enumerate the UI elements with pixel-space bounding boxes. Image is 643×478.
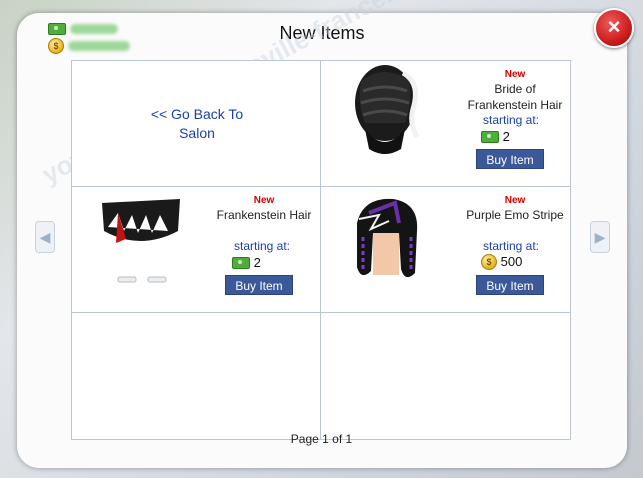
item-price: $ 500 bbox=[481, 253, 522, 270]
item-card-frankenstein-hair: New Frankenstein Hair starting at: 2 Buy… bbox=[72, 187, 321, 313]
cash-bill-icon bbox=[48, 22, 66, 35]
grid-cell-empty bbox=[321, 313, 570, 439]
arrow-left-icon: ◀ bbox=[39, 229, 51, 245]
new-badge: New bbox=[504, 69, 526, 80]
coin-icon: $ bbox=[481, 253, 497, 270]
item-price: 2 bbox=[232, 254, 261, 270]
cash-balance bbox=[48, 21, 118, 35]
next-page-arrow[interactable]: ▶ bbox=[590, 221, 610, 253]
item-card-purple-emo-stripe: New Purple Emo Stripe starting at: $ 500… bbox=[321, 187, 570, 313]
starting-at-label: starting at: bbox=[482, 113, 540, 127]
buy-item-button[interactable]: Buy Item bbox=[476, 149, 544, 169]
grid-cell-back: << Go Back To Salon bbox=[72, 61, 321, 187]
go-back-to-salon-link[interactable]: << Go Back To Salon bbox=[132, 105, 262, 143]
new-badge: New bbox=[504, 195, 526, 206]
cash-amount-blurred bbox=[70, 23, 118, 34]
new-badge: New bbox=[253, 195, 275, 206]
price-value: 500 bbox=[500, 254, 523, 270]
coin-amount-blurred bbox=[68, 41, 130, 51]
item-card-bride-of-frankenstein-hair: New Bride of Frankenstein Hair starting … bbox=[321, 61, 570, 187]
buy-item-button[interactable]: Buy Item bbox=[476, 275, 544, 295]
buy-item-button[interactable]: Buy Item bbox=[225, 275, 293, 295]
item-price: 2 bbox=[481, 128, 510, 144]
close-button[interactable]: × bbox=[594, 8, 634, 48]
price-value: 2 bbox=[253, 255, 261, 271]
grid-cell-empty bbox=[72, 313, 321, 439]
items-grid: << Go Back To Salon New Bride of Franken… bbox=[71, 60, 571, 440]
item-name: Purple Emo Stripe bbox=[466, 208, 564, 222]
item-name: Bride of Frankenstein Hair bbox=[467, 82, 563, 112]
cash-bill-icon bbox=[481, 130, 499, 143]
price-value: 2 bbox=[502, 129, 510, 145]
previous-page-arrow[interactable]: ◀ bbox=[35, 221, 55, 253]
starting-at-label: starting at: bbox=[482, 239, 540, 253]
item-name: Frankenstein Hair bbox=[216, 208, 312, 222]
cash-bill-icon bbox=[232, 256, 250, 269]
coin-balance: $ bbox=[48, 38, 130, 54]
arrow-right-icon: ▶ bbox=[594, 229, 606, 245]
purple-emo-stripe-image bbox=[357, 198, 418, 278]
coin-icon: $ bbox=[48, 38, 64, 54]
page-indicator: Page 1 of 1 bbox=[290, 432, 353, 446]
bride-of-frankenstein-hair-image bbox=[355, 65, 420, 154]
starting-at-label: starting at: bbox=[233, 239, 291, 253]
frankenstein-hair-image bbox=[102, 199, 180, 283]
